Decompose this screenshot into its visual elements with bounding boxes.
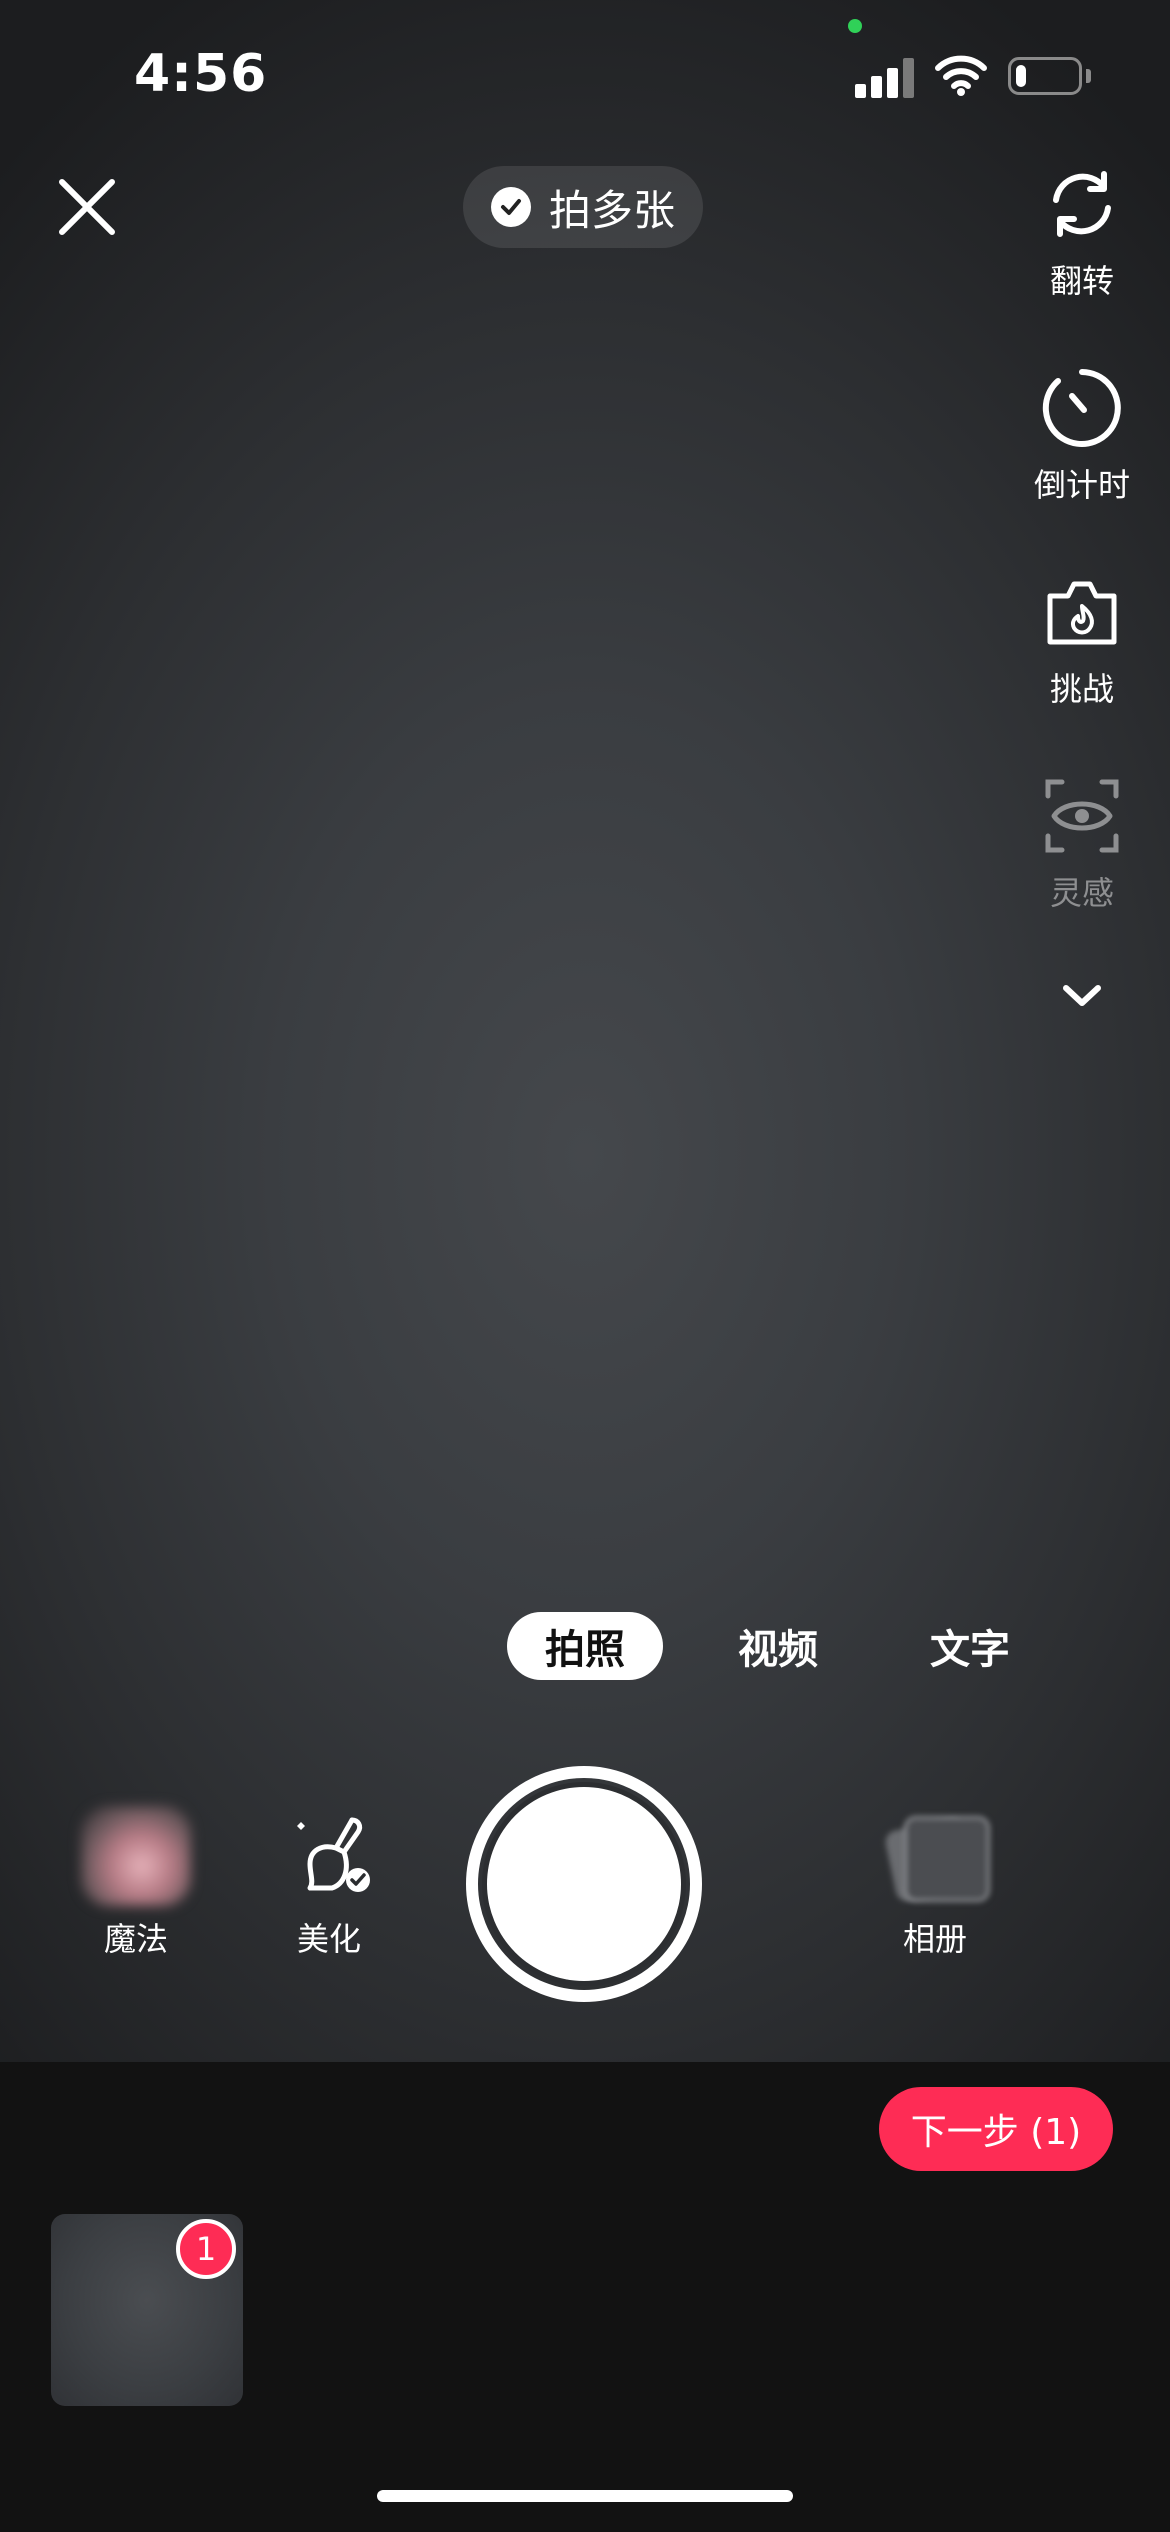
timer-icon (1042, 369, 1121, 447)
challenge-label: 挑战 (1049, 670, 1114, 708)
mode-tab-video[interactable]: 视频 (712, 1612, 844, 1680)
timer-button[interactable]: 倒计时 (1022, 366, 1142, 506)
album-thumbnail (880, 1806, 990, 1906)
check-icon (490, 187, 531, 227)
mode-tab-photo[interactable]: 拍照 (507, 1612, 663, 1680)
wifi-icon (935, 55, 987, 96)
flip-camera-button[interactable]: 翻转 (1022, 162, 1142, 302)
battery-level (1016, 65, 1026, 87)
camera-viewfinder[interactable] (0, 0, 1170, 2062)
magic-effects-button[interactable]: 魔法 (71, 1806, 201, 1960)
multi-shot-label: 拍多张 (548, 185, 675, 235)
album-label: 相册 (902, 1920, 967, 1958)
album-button[interactable]: 相册 (870, 1806, 1000, 1960)
magic-label: 魔法 (103, 1920, 168, 1958)
close-icon[interactable] (52, 172, 122, 242)
status-time: 4:56 (134, 44, 268, 104)
album-card-front (904, 1816, 990, 1902)
challenge-camera-icon (1047, 581, 1117, 645)
chevron-down-icon[interactable] (1057, 976, 1107, 1016)
inspiration-eye-icon (1045, 779, 1119, 853)
camera-screen: 4:56 拍多张 翻转 倒计时 挑战 灵感 拍照 视频 文字 魔法 美化 相册 … (0, 0, 1170, 2532)
home-indicator[interactable] (377, 2490, 793, 2502)
beauty-button[interactable]: 美化 (264, 1806, 394, 1960)
next-step-button[interactable]: 下一步 (1) (879, 2087, 1113, 2171)
shutter-button[interactable] (466, 1766, 702, 2002)
battery-cap (1086, 69, 1091, 83)
mode-tab-text[interactable]: 文字 (904, 1612, 1036, 1680)
cellular-signal-icon (855, 56, 915, 98)
multi-shot-toggle[interactable]: 拍多张 (463, 166, 703, 248)
challenge-button[interactable]: 挑战 (1022, 570, 1142, 710)
battery-icon (1008, 57, 1082, 95)
inspiration-label: 灵感 (1049, 874, 1114, 912)
captured-count-badge: 1 (176, 2219, 236, 2279)
shutter-button-inner (487, 1787, 681, 1981)
beauty-label: 美化 (296, 1920, 361, 1958)
flip-camera-icon (1053, 171, 1111, 237)
timer-label: 倒计时 (1033, 466, 1130, 504)
magic-effect-thumbnail (81, 1806, 191, 1906)
beauty-brush-icon (297, 1817, 370, 1892)
flip-camera-label: 翻转 (1049, 262, 1114, 300)
camera-in-use-indicator (848, 19, 862, 33)
inspiration-button[interactable]: 灵感 (1022, 774, 1142, 914)
